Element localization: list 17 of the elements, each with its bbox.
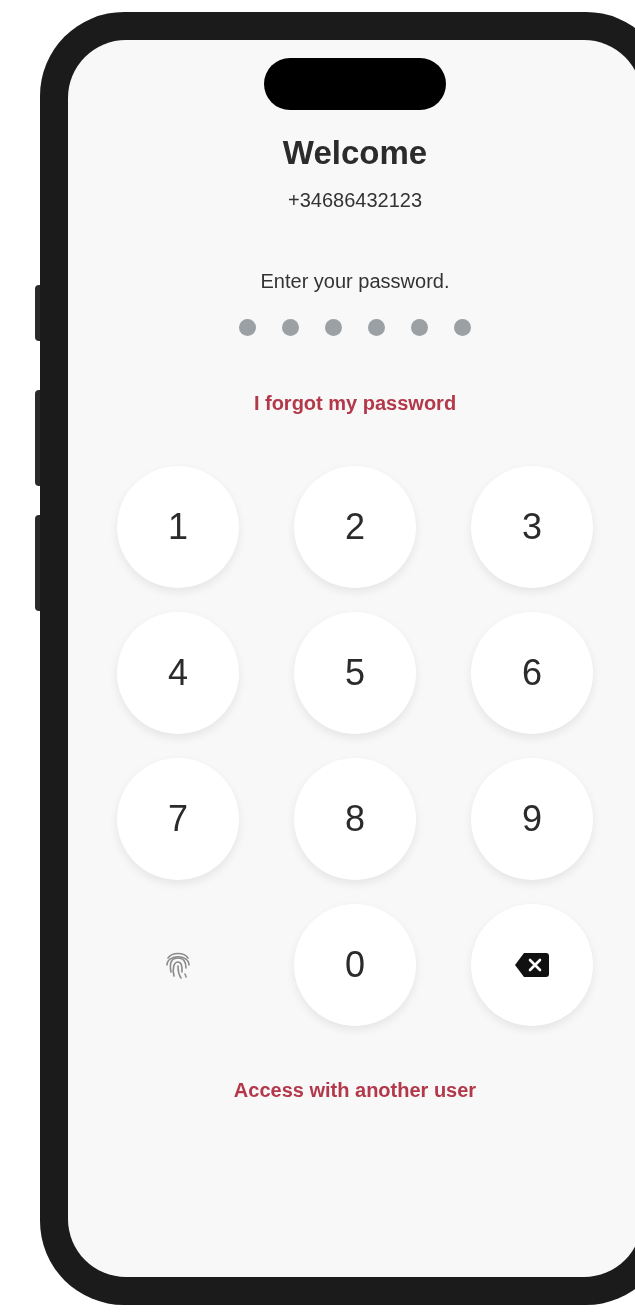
password-prompt: Enter your password. bbox=[260, 269, 450, 293]
forgot-password-link[interactable]: I forgot my password bbox=[253, 391, 457, 415]
digit-key[interactable]: 0 bbox=[294, 904, 416, 1026]
phone-number: +34686432123 bbox=[287, 188, 422, 212]
digit-key[interactable]: 4 bbox=[117, 612, 239, 734]
another-user-link[interactable]: Access with another user bbox=[233, 1078, 477, 1102]
digit-key[interactable]: 5 bbox=[294, 612, 416, 734]
digit-key[interactable]: 8 bbox=[294, 758, 416, 880]
digit-key[interactable]: 9 bbox=[471, 758, 593, 880]
digit-key[interactable]: 7 bbox=[117, 758, 239, 880]
digit-key[interactable]: 2 bbox=[294, 466, 416, 588]
digit-key[interactable]: 3 bbox=[471, 466, 593, 588]
digit-key[interactable]: 1 bbox=[117, 466, 239, 588]
fingerprint-icon[interactable] bbox=[164, 950, 192, 980]
digit-key[interactable]: 6 bbox=[471, 612, 593, 734]
welcome-title: Welcome bbox=[282, 133, 428, 173]
backspace-icon bbox=[514, 952, 550, 978]
